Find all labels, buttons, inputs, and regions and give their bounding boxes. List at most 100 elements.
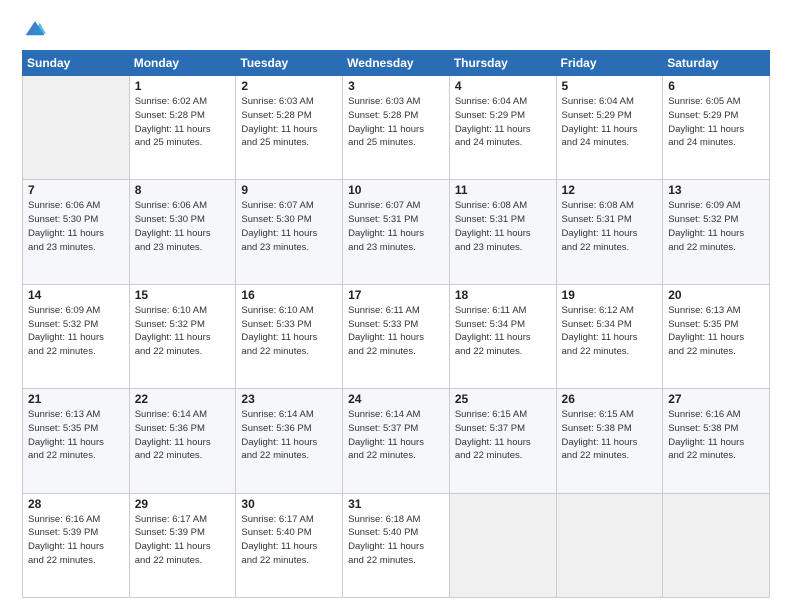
day-number: 17 [348, 288, 444, 302]
day-info: Sunrise: 6:03 AMSunset: 5:28 PMDaylight:… [241, 95, 337, 150]
column-header-sunday: Sunday [23, 51, 130, 76]
day-cell: 8 Sunrise: 6:06 AMSunset: 5:30 PMDaylight… [129, 180, 236, 284]
day-info: Sunrise: 6:17 AMSunset: 5:40 PMDaylight:… [241, 513, 337, 568]
day-cell: 12Sunrise: 6:08 AMSunset: 5:31 PMDayligh… [556, 180, 663, 284]
day-info: Sunrise: 6:10 AMSunset: 5:33 PMDaylight:… [241, 304, 337, 359]
day-number: 14 [28, 288, 124, 302]
day-cell [449, 493, 556, 597]
week-row-5: 28 Sunrise: 6:16 AMSunset: 5:39 PMDayligh… [23, 493, 770, 597]
day-info: Sunrise: 6:07 AMSunset: 5:31 PMDaylight:… [348, 199, 444, 254]
day-cell: 7 Sunrise: 6:06 AMSunset: 5:30 PMDaylight… [23, 180, 130, 284]
header-row: SundayMondayTuesdayWednesdayThursdayFrid… [23, 51, 770, 76]
calendar-body: 1 Sunrise: 6:02 AMSunset: 5:28 PMDaylight… [23, 76, 770, 598]
day-cell: 27Sunrise: 6:16 AMSunset: 5:38 PMDayligh… [663, 389, 770, 493]
day-cell: 6Sunrise: 6:05 AMSunset: 5:29 PMDaylight… [663, 76, 770, 180]
day-number: 30 [241, 497, 337, 511]
day-number: 8 [135, 183, 231, 197]
day-info: Sunrise: 6:12 AMSunset: 5:34 PMDaylight:… [562, 304, 658, 359]
day-cell: 15 Sunrise: 6:10 AMSunset: 5:32 PMDayligh… [129, 284, 236, 388]
day-number: 18 [455, 288, 551, 302]
day-info: Sunrise: 6:13 AMSunset: 5:35 PMDaylight:… [28, 408, 124, 463]
day-cell: 31 Sunrise: 6:18 AMSunset: 5:40 PMDayligh… [343, 493, 450, 597]
day-number: 25 [455, 392, 551, 406]
day-info: Sunrise: 6:17 AMSunset: 5:39 PMDaylight:… [135, 513, 231, 568]
day-cell: 17 Sunrise: 6:11 AMSunset: 5:33 PMDayligh… [343, 284, 450, 388]
day-cell: 16 Sunrise: 6:10 AMSunset: 5:33 PMDayligh… [236, 284, 343, 388]
week-row-3: 14Sunrise: 6:09 AMSunset: 5:32 PMDayligh… [23, 284, 770, 388]
day-info: Sunrise: 6:08 AMSunset: 5:31 PMDaylight:… [562, 199, 658, 254]
day-cell: 24 Sunrise: 6:14 AMSunset: 5:37 PMDayligh… [343, 389, 450, 493]
day-info: Sunrise: 6:14 AMSunset: 5:36 PMDaylight:… [241, 408, 337, 463]
week-row-1: 1 Sunrise: 6:02 AMSunset: 5:28 PMDaylight… [23, 76, 770, 180]
day-number: 22 [135, 392, 231, 406]
day-number: 29 [135, 497, 231, 511]
day-number: 15 [135, 288, 231, 302]
day-number: 7 [28, 183, 124, 197]
day-info: Sunrise: 6:15 AMSunset: 5:37 PMDaylight:… [455, 408, 551, 463]
day-number: 2 [241, 79, 337, 93]
column-header-monday: Monday [129, 51, 236, 76]
week-row-2: 7 Sunrise: 6:06 AMSunset: 5:30 PMDaylight… [23, 180, 770, 284]
day-info: Sunrise: 6:08 AMSunset: 5:31 PMDaylight:… [455, 199, 551, 254]
day-info: Sunrise: 6:18 AMSunset: 5:40 PMDaylight:… [348, 513, 444, 568]
header [22, 18, 770, 40]
day-info: Sunrise: 6:06 AMSunset: 5:30 PMDaylight:… [135, 199, 231, 254]
day-cell: 5 Sunrise: 6:04 AMSunset: 5:29 PMDaylight… [556, 76, 663, 180]
day-cell: 11 Sunrise: 6:08 AMSunset: 5:31 PMDayligh… [449, 180, 556, 284]
calendar-header: SundayMondayTuesdayWednesdayThursdayFrid… [23, 51, 770, 76]
day-cell: 26 Sunrise: 6:15 AMSunset: 5:38 PMDayligh… [556, 389, 663, 493]
day-info: Sunrise: 6:04 AMSunset: 5:29 PMDaylight:… [562, 95, 658, 150]
column-header-saturday: Saturday [663, 51, 770, 76]
day-number: 26 [562, 392, 658, 406]
day-number: 3 [348, 79, 444, 93]
day-number: 11 [455, 183, 551, 197]
day-cell: 23 Sunrise: 6:14 AMSunset: 5:36 PMDayligh… [236, 389, 343, 493]
day-cell [663, 493, 770, 597]
day-number: 24 [348, 392, 444, 406]
day-number: 23 [241, 392, 337, 406]
day-info: Sunrise: 6:03 AMSunset: 5:28 PMDaylight:… [348, 95, 444, 150]
day-cell: 25 Sunrise: 6:15 AMSunset: 5:37 PMDayligh… [449, 389, 556, 493]
day-number: 16 [241, 288, 337, 302]
page: SundayMondayTuesdayWednesdayThursdayFrid… [0, 0, 792, 612]
day-cell: 13Sunrise: 6:09 AMSunset: 5:32 PMDayligh… [663, 180, 770, 284]
day-number: 31 [348, 497, 444, 511]
day-info: Sunrise: 6:11 AMSunset: 5:34 PMDaylight:… [455, 304, 551, 359]
day-info: Sunrise: 6:02 AMSunset: 5:28 PMDaylight:… [135, 95, 231, 150]
day-number: 1 [135, 79, 231, 93]
day-cell [556, 493, 663, 597]
column-header-wednesday: Wednesday [343, 51, 450, 76]
day-cell: 30 Sunrise: 6:17 AMSunset: 5:40 PMDayligh… [236, 493, 343, 597]
day-info: Sunrise: 6:10 AMSunset: 5:32 PMDaylight:… [135, 304, 231, 359]
day-cell: 21 Sunrise: 6:13 AMSunset: 5:35 PMDayligh… [23, 389, 130, 493]
day-info: Sunrise: 6:15 AMSunset: 5:38 PMDaylight:… [562, 408, 658, 463]
day-info: Sunrise: 6:14 AMSunset: 5:36 PMDaylight:… [135, 408, 231, 463]
day-cell: 1 Sunrise: 6:02 AMSunset: 5:28 PMDaylight… [129, 76, 236, 180]
day-info: Sunrise: 6:13 AMSunset: 5:35 PMDaylight:… [668, 304, 764, 359]
day-number: 19 [562, 288, 658, 302]
day-number: 21 [28, 392, 124, 406]
day-cell: 4Sunrise: 6:04 AMSunset: 5:29 PMDaylight… [449, 76, 556, 180]
day-info: Sunrise: 6:06 AMSunset: 5:30 PMDaylight:… [28, 199, 124, 254]
day-cell: 19 Sunrise: 6:12 AMSunset: 5:34 PMDayligh… [556, 284, 663, 388]
week-row-4: 21 Sunrise: 6:13 AMSunset: 5:35 PMDayligh… [23, 389, 770, 493]
day-cell: 22 Sunrise: 6:14 AMSunset: 5:36 PMDayligh… [129, 389, 236, 493]
day-cell: 28 Sunrise: 6:16 AMSunset: 5:39 PMDayligh… [23, 493, 130, 597]
day-info: Sunrise: 6:16 AMSunset: 5:38 PMDaylight:… [668, 408, 764, 463]
column-header-thursday: Thursday [449, 51, 556, 76]
day-cell: 2 Sunrise: 6:03 AMSunset: 5:28 PMDaylight… [236, 76, 343, 180]
day-number: 5 [562, 79, 658, 93]
day-number: 20 [668, 288, 764, 302]
day-info: Sunrise: 6:14 AMSunset: 5:37 PMDaylight:… [348, 408, 444, 463]
day-info: Sunrise: 6:16 AMSunset: 5:39 PMDaylight:… [28, 513, 124, 568]
day-info: Sunrise: 6:11 AMSunset: 5:33 PMDaylight:… [348, 304, 444, 359]
column-header-friday: Friday [556, 51, 663, 76]
day-cell: 20 Sunrise: 6:13 AMSunset: 5:35 PMDayligh… [663, 284, 770, 388]
day-cell: 3 Sunrise: 6:03 AMSunset: 5:28 PMDaylight… [343, 76, 450, 180]
logo [22, 18, 48, 40]
day-number: 9 [241, 183, 337, 197]
day-cell: 29 Sunrise: 6:17 AMSunset: 5:39 PMDayligh… [129, 493, 236, 597]
day-cell: 9Sunrise: 6:07 AMSunset: 5:30 PMDaylight… [236, 180, 343, 284]
day-number: 28 [28, 497, 124, 511]
logo-icon [24, 18, 46, 40]
